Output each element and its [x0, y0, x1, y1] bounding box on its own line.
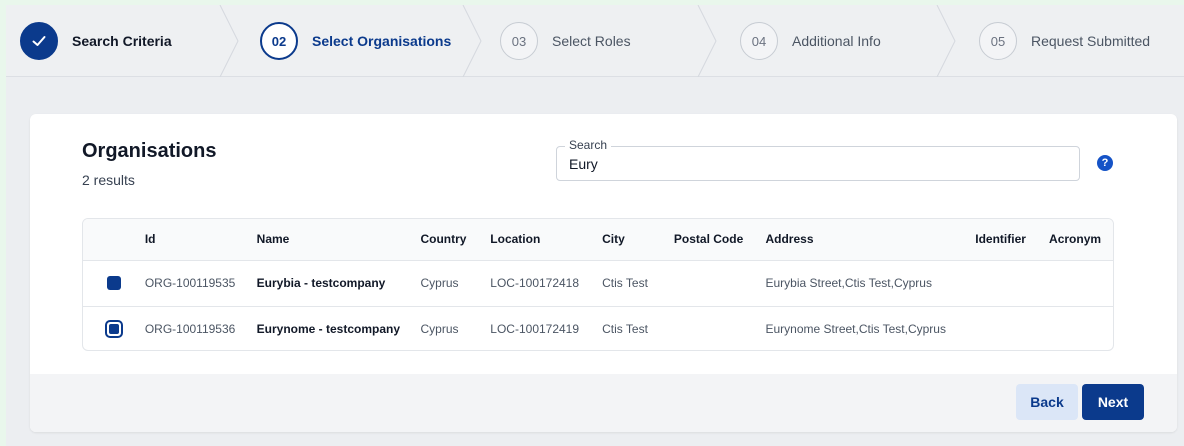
app-window: Search Criteria 02 Select Organisations …	[6, 5, 1184, 446]
cell-address: Eurybia Street,Ctis Test,Cyprus	[765, 276, 932, 290]
step-label: Select Roles	[552, 33, 631, 49]
step-label: Additional Info	[792, 33, 881, 49]
row-checkbox[interactable]	[107, 276, 121, 291]
column-header-city[interactable]: City	[602, 219, 674, 260]
cell-postal-code	[674, 260, 766, 306]
select-column-header	[83, 219, 145, 260]
page-title: Organisations	[82, 140, 217, 162]
step-number: 02	[260, 22, 298, 60]
check-icon	[20, 22, 58, 60]
back-button[interactable]: Back	[1016, 384, 1078, 420]
card-footer: Back Next	[30, 374, 1177, 432]
step-number: 03	[500, 22, 538, 60]
table-row[interactable]: ORG-100119536 Eurynome - testcompany Cyp…	[83, 306, 1113, 350]
step-additional-info[interactable]: 04 Additional Info	[740, 5, 881, 77]
column-header-identifier[interactable]: Identifier	[975, 219, 1049, 260]
column-header-location[interactable]: Location	[490, 219, 602, 260]
cell-identifier	[975, 260, 1049, 306]
organisations-card: Organisations 2 results Search ? Id Name	[30, 114, 1177, 432]
cell-address: Eurynome Street,Ctis Test,Cyprus	[765, 322, 946, 337]
search-label: Search	[565, 138, 612, 152]
stepper: Search Criteria 02 Select Organisations …	[6, 5, 1184, 77]
search-field[interactable]: Search	[556, 138, 1080, 181]
cell-id: ORG-100119535	[144, 276, 236, 290]
cell-identifier	[975, 306, 1049, 350]
cell-location: LOC-100172419	[490, 322, 580, 337]
chevron-right-icon	[935, 5, 959, 77]
table-header-row: Id Name Country Location City Postal Cod…	[83, 219, 1113, 260]
column-header-name[interactable]: Name	[257, 219, 421, 260]
column-header-country[interactable]: Country	[420, 219, 490, 260]
cell-country: Cyprus	[420, 276, 459, 290]
cell-name: Eurynome - testcompany	[256, 322, 401, 337]
cell-city: Ctis Test	[602, 276, 648, 290]
result-count: 2 results	[82, 172, 135, 188]
cell-acronym	[1049, 306, 1113, 350]
step-label: Request Submitted	[1031, 33, 1151, 49]
cell-acronym	[1049, 260, 1113, 306]
cell-city: Ctis Test	[602, 322, 648, 337]
row-checkbox[interactable]	[105, 320, 123, 339]
cell-location: LOC-100172418	[490, 276, 580, 290]
step-search-criteria[interactable]: Search Criteria	[20, 5, 172, 77]
chevron-right-icon	[696, 5, 720, 77]
organisations-table: Id Name Country Location City Postal Cod…	[82, 218, 1114, 351]
step-number: 04	[740, 22, 778, 60]
step-number: 05	[979, 22, 1017, 60]
cell-country: Cyprus	[420, 322, 459, 337]
step-select-roles[interactable]: 03 Select Roles	[500, 5, 631, 77]
chevron-right-icon	[218, 5, 242, 77]
step-label: Search Criteria	[72, 33, 172, 49]
next-button[interactable]: Next	[1082, 384, 1144, 420]
cell-name: Eurybia - testcompany	[256, 276, 386, 290]
cell-id: ORG-100119536	[144, 322, 236, 337]
step-select-organisations[interactable]: 02 Select Organisations	[260, 5, 451, 77]
search-input[interactable]	[569, 156, 1049, 172]
column-header-address[interactable]: Address	[765, 219, 975, 260]
column-header-postal-code[interactable]: Postal Code	[674, 219, 766, 260]
table-row[interactable]: ORG-100119535 Eurybia - testcompany Cypr…	[83, 260, 1113, 306]
step-request-submitted[interactable]: 05 Request Submitted	[979, 5, 1150, 77]
column-header-acronym[interactable]: Acronym	[1049, 219, 1113, 260]
chevron-right-icon	[461, 5, 485, 77]
cell-postal-code	[674, 306, 766, 350]
help-icon[interactable]: ?	[1097, 155, 1113, 171]
step-label: Select Organisations	[312, 33, 452, 49]
column-header-id[interactable]: Id	[145, 219, 257, 260]
